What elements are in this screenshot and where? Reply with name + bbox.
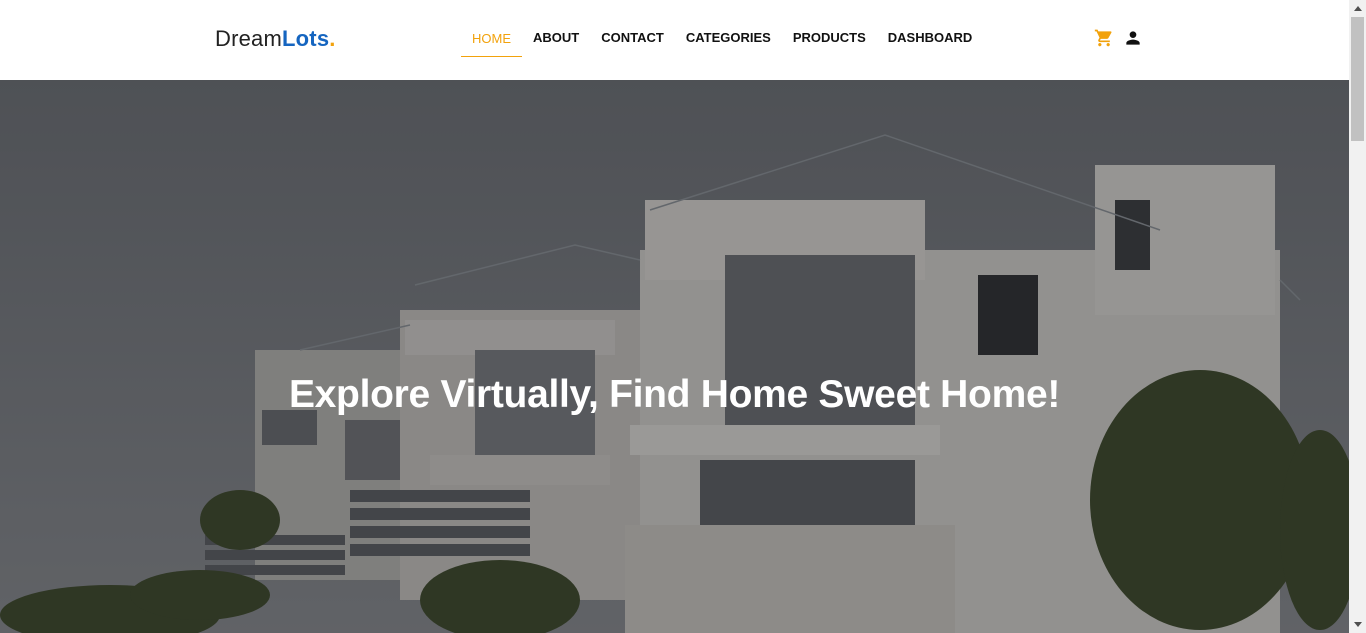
nav-categories[interactable]: CATEGORIES [675, 23, 782, 53]
brand-logo-part1: Dream [215, 26, 283, 51]
scroll-down-arrow-icon[interactable] [1349, 616, 1366, 633]
nav-products[interactable]: PRODUCTS [782, 23, 877, 53]
hero-overlay [0, 80, 1349, 633]
page-scrollbar[interactable] [1349, 0, 1366, 633]
nav-about[interactable]: ABOUT [522, 23, 590, 53]
hero-banner: Explore Virtually, Find Home Sweet Home! [0, 80, 1349, 633]
brand-logo-part2: Lots [282, 26, 330, 51]
main-nav: HOME ABOUT CONTACT CATEGORIES PRODUCTS D… [461, 0, 983, 80]
user-icon[interactable] [1123, 26, 1143, 50]
cart-icon[interactable] [1094, 26, 1114, 50]
top-navbar: DreamLots. HOME ABOUT CONTACT CATEGORIES… [0, 0, 1349, 80]
hero-title: Explore Virtually, Find Home Sweet Home! [288, 373, 1061, 416]
brand-logo[interactable]: DreamLots. [215, 26, 336, 52]
nav-icons [1094, 26, 1143, 50]
brand-logo-dot: . [329, 26, 336, 51]
scrollbar-thumb[interactable] [1351, 17, 1364, 141]
scroll-up-arrow-icon[interactable] [1349, 0, 1366, 17]
nav-contact[interactable]: CONTACT [590, 23, 675, 53]
nav-home[interactable]: HOME [461, 24, 522, 57]
nav-dashboard[interactable]: DASHBOARD [877, 23, 984, 53]
